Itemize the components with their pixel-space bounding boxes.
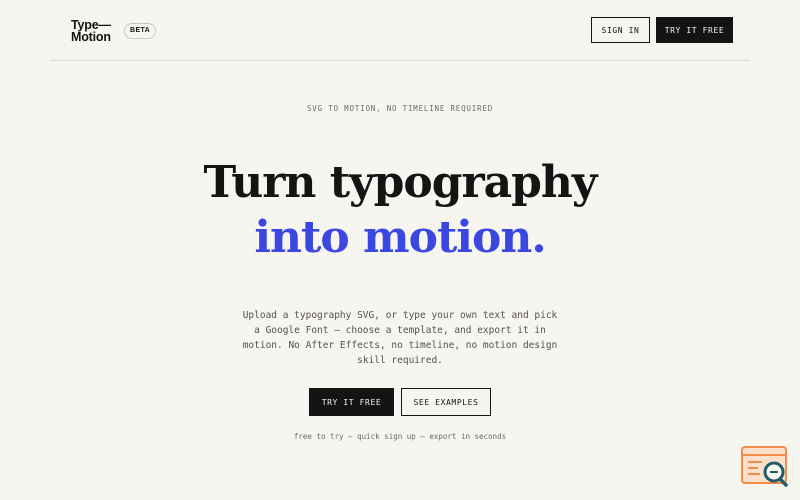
headline-line2: into motion. (254, 212, 546, 263)
hero-footnote: free to try — quick sign up — export in … (293, 432, 507, 441)
sign-in-button[interactable]: SIGN IN (591, 17, 650, 43)
headline-line1: Turn typography (203, 157, 598, 208)
try-free-button[interactable]: TRY IT FREE (309, 388, 394, 416)
site-header: Type— Motion BETA SIGN IN TRY IT FREE (50, 0, 750, 61)
hero-description: Upload a typography SVG, or type your ow… (242, 310, 558, 366)
logo-line2: Motion (71, 30, 111, 44)
hero-eyebrow: SVG TO MOTION, NO TIMELINE REQUIRED (306, 104, 494, 113)
search-window-icon[interactable] (739, 444, 791, 490)
logo[interactable]: Type— Motion (71, 19, 111, 44)
header-try-free-button[interactable]: TRY IT FREE (656, 17, 733, 43)
see-examples-button[interactable]: SEE EXAMPLES (401, 388, 491, 416)
beta-badge: BETA (124, 23, 157, 39)
